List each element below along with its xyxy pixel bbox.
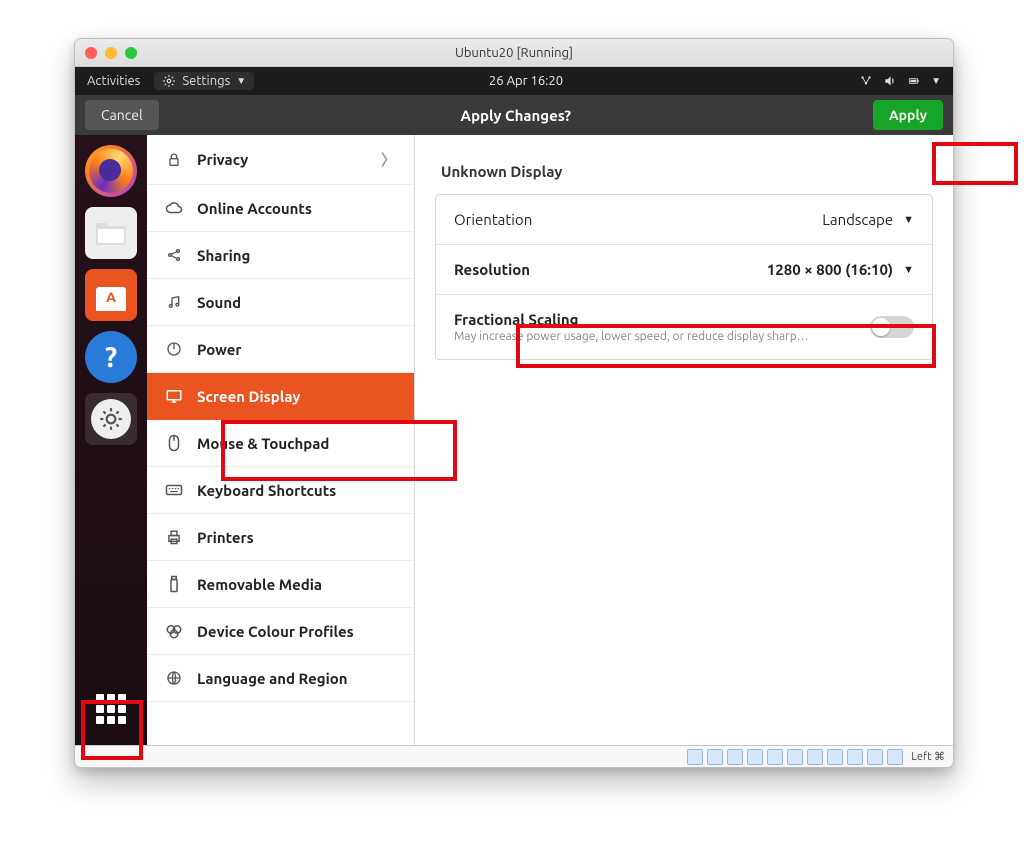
sidebar-item-keyboard-shortcuts[interactable]: Keyboard Shortcuts xyxy=(147,467,414,514)
cloud-icon xyxy=(165,199,183,217)
sidebar-item-label: Screen Display xyxy=(197,388,300,405)
sb-disk-icon[interactable] xyxy=(687,749,703,765)
sb-record-icon[interactable] xyxy=(827,749,843,765)
sb-audio-icon[interactable] xyxy=(727,749,743,765)
sidebar-item-sound[interactable]: Sound xyxy=(147,279,414,326)
sb-usb-icon[interactable] xyxy=(767,749,783,765)
volume-icon[interactable] xyxy=(883,74,897,88)
sidebar-item-label: Online Accounts xyxy=(197,200,312,217)
gear-icon xyxy=(98,406,124,432)
sb-network-icon[interactable] xyxy=(747,749,763,765)
apply-changes-bar: Cancel Apply Changes? Apply xyxy=(75,95,953,135)
chevron-down-icon: ▼ xyxy=(903,214,914,226)
fractional-scaling-sub: May increase power usage, lower speed, o… xyxy=(454,330,809,343)
sidebar-item-privacy[interactable]: Privacy 〉 xyxy=(147,135,414,185)
firefox-icon xyxy=(89,149,133,193)
share-icon xyxy=(165,246,183,264)
apps-grid-icon xyxy=(96,694,126,724)
fractional-scaling-switch[interactable] xyxy=(870,316,914,338)
mouse-icon xyxy=(165,434,183,452)
sidebar-item-language-region[interactable]: Language and Region xyxy=(147,655,414,702)
gear-icon xyxy=(162,74,176,88)
activities-button[interactable]: Activities xyxy=(87,74,140,88)
sidebar-item-screen-display[interactable]: Screen Display xyxy=(147,373,414,420)
sidebar-item-label: Removable Media xyxy=(197,576,322,593)
sidebar-item-printers[interactable]: Printers xyxy=(147,514,414,561)
palette-icon xyxy=(165,622,183,640)
dock-settings[interactable] xyxy=(85,393,137,445)
lock-icon xyxy=(165,151,183,169)
sb-shared-folder-icon[interactable] xyxy=(787,749,803,765)
apply-button[interactable]: Apply xyxy=(873,100,943,130)
sidebar-item-removable-media[interactable]: Removable Media xyxy=(147,561,414,608)
window-title: Ubuntu20 [Running] xyxy=(75,46,953,60)
sidebar-item-label: Printers xyxy=(197,529,254,546)
orientation-row[interactable]: Orientation Landscape ▼ xyxy=(436,195,932,245)
display-section-title: Unknown Display xyxy=(441,163,933,180)
cancel-button[interactable]: Cancel xyxy=(85,100,159,130)
sidebar-item-label: Keyboard Shortcuts xyxy=(197,482,336,499)
battery-icon[interactable] xyxy=(907,74,921,88)
vm-body: Activities Settings ▼ 26 Apr 16:20 ▼ Can… xyxy=(75,67,953,767)
sidebar-item-online-accounts[interactable]: Online Accounts xyxy=(147,185,414,232)
vm-status-bar: Left ⌘ xyxy=(75,745,953,767)
display-panel: Orientation Landscape ▼ Resolution 1280 … xyxy=(435,194,933,360)
sidebar-item-power[interactable]: Power xyxy=(147,326,414,373)
chevron-down-icon: ▼ xyxy=(236,75,246,87)
ubuntu-dock: ? xyxy=(75,135,147,745)
sb-display-icon[interactable] xyxy=(807,749,823,765)
power-icon xyxy=(165,340,183,358)
sidebar-item-label: Device Colour Profiles xyxy=(197,623,354,640)
fractional-scaling-row: Fractional Scaling May increase power us… xyxy=(436,295,932,359)
resolution-value: 1280 × 800 (16:10) xyxy=(767,261,893,278)
sidebar-item-label: Language and Region xyxy=(197,670,348,687)
dock-software[interactable] xyxy=(85,269,137,321)
sidebar-item-label: Power xyxy=(197,341,242,358)
sb-globe-icon[interactable] xyxy=(867,749,883,765)
sidebar-item-label: Privacy xyxy=(197,151,248,168)
sidebar-item-mouse-touchpad[interactable]: Mouse & Touchpad xyxy=(147,420,414,467)
sidebar-item-sharing[interactable]: Sharing xyxy=(147,232,414,279)
app-menu-label: Settings xyxy=(182,74,230,88)
gnome-top-bar: Activities Settings ▼ 26 Apr 16:20 ▼ xyxy=(75,67,953,95)
apply-changes-title: Apply Changes? xyxy=(461,107,571,124)
network-icon[interactable] xyxy=(859,74,873,88)
mac-titlebar: Ubuntu20 [Running] xyxy=(75,39,953,67)
dock-help[interactable]: ? xyxy=(85,331,137,383)
display-icon xyxy=(165,387,183,405)
host-key-indicator: Left ⌘ xyxy=(911,750,945,763)
app-menu[interactable]: Settings ▼ xyxy=(154,72,254,90)
sb-download-icon[interactable] xyxy=(887,749,903,765)
sb-optical-icon[interactable] xyxy=(707,749,723,765)
music-icon xyxy=(165,293,183,311)
show-applications-button[interactable] xyxy=(85,683,137,735)
content: ? Privacy 〉 xyxy=(75,135,953,745)
chevron-down-icon: ▼ xyxy=(903,264,914,276)
folder-icon xyxy=(94,219,128,247)
dock-firefox[interactable] xyxy=(85,145,137,197)
keyboard-icon xyxy=(165,481,183,499)
sidebar-item-label: Sound xyxy=(197,294,241,311)
resolution-row[interactable]: Resolution 1280 × 800 (16:10) ▼ xyxy=(436,245,932,295)
system-menu-chevron-icon[interactable]: ▼ xyxy=(931,75,941,87)
globe-icon xyxy=(165,669,183,687)
settings-sidebar: Privacy 〉 Online Accounts Sharing Sound xyxy=(147,135,415,745)
fractional-scaling-label: Fractional Scaling xyxy=(454,311,809,328)
dock-files[interactable] xyxy=(85,207,137,259)
orientation-value: Landscape xyxy=(822,211,893,228)
question-icon: ? xyxy=(105,342,117,373)
sb-video-icon[interactable] xyxy=(847,749,863,765)
sidebar-item-colour-profiles[interactable]: Device Colour Profiles xyxy=(147,608,414,655)
orientation-label: Orientation xyxy=(454,211,532,228)
display-settings-page: Unknown Display Orientation Landscape ▼ … xyxy=(415,135,953,745)
sidebar-item-label: Sharing xyxy=(197,247,250,264)
chevron-right-icon: 〉 xyxy=(381,149,396,170)
shopping-bag-icon xyxy=(96,287,126,311)
resolution-label: Resolution xyxy=(454,261,530,278)
sidebar-item-label: Mouse & Touchpad xyxy=(197,435,329,452)
printer-icon xyxy=(165,528,183,546)
usb-icon xyxy=(165,575,183,593)
vm-window: Ubuntu20 [Running] Activities Settings ▼… xyxy=(74,38,954,768)
